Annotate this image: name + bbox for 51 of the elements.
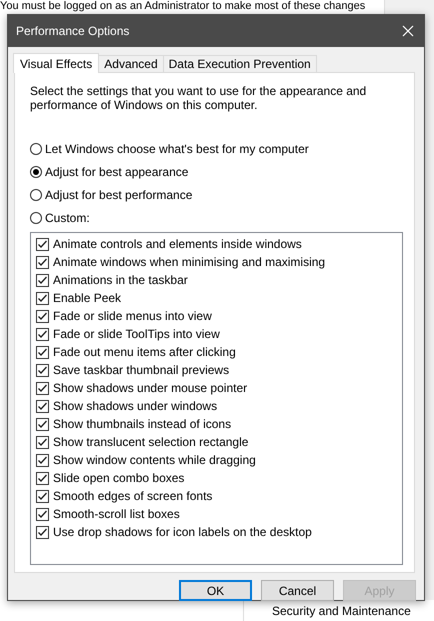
effect-label[interactable]: Show translucent selection rectangle	[53, 435, 248, 449]
checkbox[interactable]	[36, 436, 49, 448]
checkbox[interactable]	[36, 472, 49, 484]
effect-label[interactable]: Smooth-scroll list boxes	[53, 507, 180, 521]
effect-label[interactable]: Save taskbar thumbnail previews	[53, 363, 230, 377]
tab[interactable]: Data Execution Prevention	[162, 55, 317, 72]
radio-button[interactable]	[30, 188, 42, 200]
notice-text: You must be logged on as an Administrator to make most of these changes	[0, 0, 366, 13]
effect-label[interactable]: Animate windows when minimising and maximising	[53, 255, 326, 269]
checkbox[interactable]	[36, 454, 49, 466]
description-text: Select the settings that you want to use for the appearance and performance of Windows on this computer.	[30, 84, 368, 112]
security-maintenance-link[interactable]: Security and Maintenance	[272, 604, 411, 618]
effect-label[interactable]: Fade out menu items after clicking	[53, 345, 236, 359]
checkbox[interactable]	[36, 256, 49, 268]
radio-option[interactable]: Custom:	[30, 206, 90, 229]
effect-label[interactable]: Show shadows under mouse pointer	[53, 381, 248, 395]
effect-label[interactable]: Enable Peek	[53, 291, 122, 305]
checkbox[interactable]	[36, 526, 49, 538]
checkbox[interactable]	[36, 274, 49, 286]
checkbox[interactable]	[36, 238, 49, 250]
checkbox[interactable]	[36, 364, 49, 376]
checkbox[interactable]	[36, 310, 49, 322]
checkbox[interactable]	[36, 508, 49, 520]
effect-label[interactable]: Show thumbnails instead of icons	[53, 417, 232, 431]
effect-label[interactable]: Animations in the taskbar	[53, 273, 188, 287]
effect-label[interactable]: Show shadows under windows	[53, 399, 218, 413]
checkbox[interactable]	[36, 292, 49, 304]
checkbox[interactable]	[36, 418, 49, 430]
tab[interactable]: Visual Effects	[13, 53, 100, 73]
radio-option[interactable]: Adjust for best performance	[30, 183, 192, 206]
checkbox[interactable]	[36, 328, 49, 340]
dialog-button[interactable]: OK	[179, 580, 252, 601]
close-icon[interactable]	[402, 25, 414, 37]
effect-label[interactable]: Show window contents while dragging	[53, 453, 256, 467]
radio-option[interactable]: Adjust for best appearance	[30, 160, 188, 183]
radio-button[interactable]	[30, 142, 42, 154]
effect-label[interactable]: Use drop shadows for icon labels on the desktop	[53, 525, 312, 539]
radio-button[interactable]	[30, 212, 42, 224]
effect-label[interactable]: Fade or slide menus into view	[53, 309, 212, 323]
checkbox[interactable]	[36, 346, 49, 358]
window-title: Performance Options	[16, 24, 130, 38]
radio-button[interactable]	[30, 166, 42, 178]
checkbox[interactable]	[36, 382, 49, 394]
effect-label[interactable]: Animate controls and elements inside windows	[53, 237, 302, 251]
effect-label[interactable]: Smooth edges of screen fonts	[53, 489, 212, 503]
checkbox[interactable]	[36, 400, 49, 412]
effect-label[interactable]: Fade or slide ToolTips into view	[53, 327, 220, 341]
radio-option[interactable]: Let Windows choose what's best for my computer	[30, 137, 309, 160]
checkbox[interactable]	[36, 490, 49, 502]
dialog-button[interactable]: Cancel	[261, 580, 334, 601]
effect-label[interactable]: Slide open combo boxes	[53, 471, 184, 485]
